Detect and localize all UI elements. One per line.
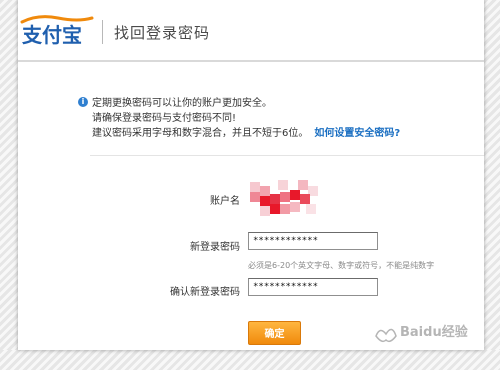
confirm-button[interactable]: 确定 [248, 321, 301, 345]
title-divider [102, 20, 103, 44]
baidu-jingyan-watermark: Baidu经验 [370, 314, 478, 348]
password-rule-hint: 必须是6-20个英文字母、数字或符号，不能是纯数字 [248, 261, 435, 270]
info-icon: i [78, 97, 88, 107]
logo-text: 支付宝 [22, 23, 82, 47]
photo-frame-right [484, 0, 500, 370]
new-password-label: 新登录密码 [190, 242, 240, 253]
confirm-password-label: 确认新登录密码 [170, 287, 240, 298]
notice-line-3: 建议密码采用字母和数字混合，并且不短于6位。 如何设置安全密码? [92, 126, 452, 141]
watermark-text: Baidu经验 [400, 324, 469, 340]
photo-frame-left [0, 0, 18, 370]
account-name-label: 账户名 [210, 196, 240, 207]
alipay-logo-graphic: 支付宝 [20, 15, 94, 47]
section-divider [90, 155, 484, 156]
page-header: 支付宝 找回登录密码 [18, 0, 484, 62]
header-rule [18, 60, 484, 62]
notice-line-3-text: 建议密码采用字母和数字混合，并且不短于6位。 [92, 128, 309, 139]
mosaic-redaction-graphic [250, 180, 318, 216]
new-password-input[interactable] [248, 232, 378, 250]
notice-line-1: 定期更换密码可以让你的账户更加安全。 [92, 98, 272, 109]
confirm-password-input[interactable] [248, 278, 378, 296]
safe-password-help-link[interactable]: 如何设置安全密码? [314, 128, 400, 139]
page-title: 找回登录密码 [114, 24, 211, 42]
watermark-graphic: Baidu经验 [375, 324, 469, 343]
browser-page: 支付宝 找回登录密码 i 定期更换密码可以让你的账户更加安全。 请确保登录密码与… [18, 0, 484, 350]
security-notice: i 定期更换密码可以让你的账户更加安全。 请确保登录密码与支付密码不同! 建议密… [78, 96, 452, 141]
account-name-redacted [250, 180, 320, 218]
paw-icon [375, 328, 397, 343]
alipay-logo[interactable]: 支付宝 [18, 10, 96, 50]
photo-frame-bottom [0, 350, 500, 370]
notice-line-2: 请确保登录密码与支付密码不同! [92, 113, 237, 124]
